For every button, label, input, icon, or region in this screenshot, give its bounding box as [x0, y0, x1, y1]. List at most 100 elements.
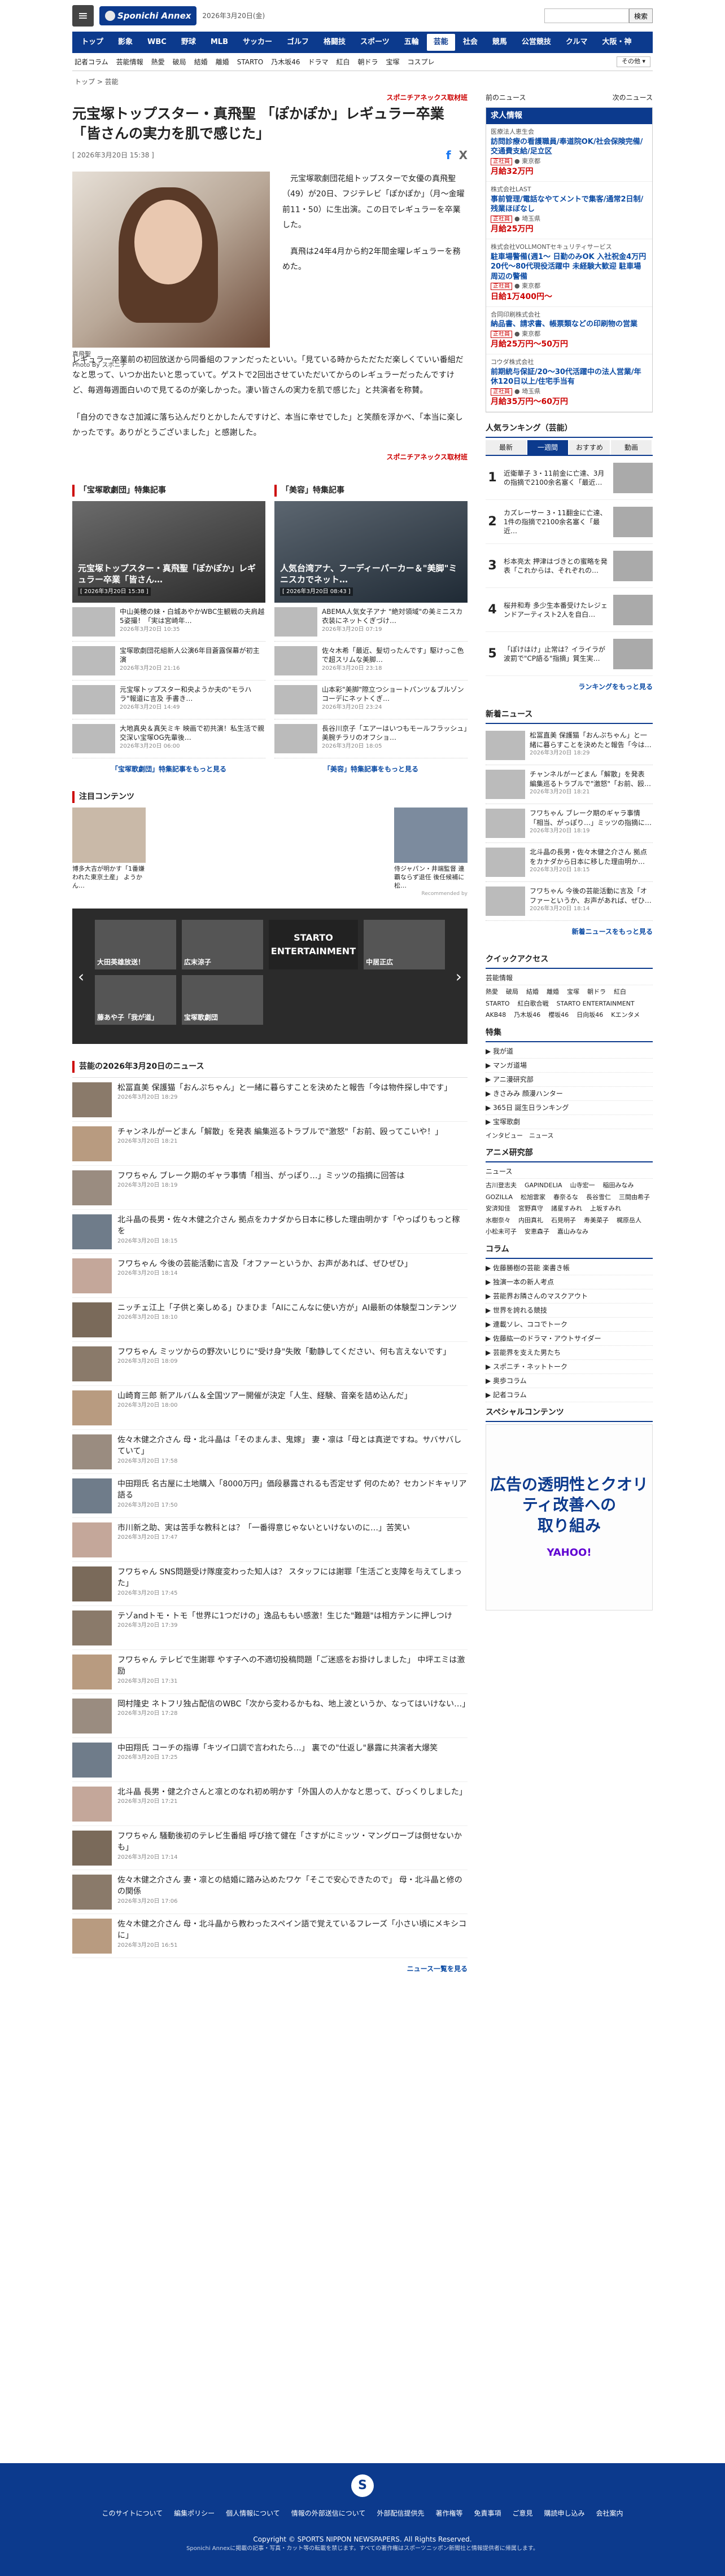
- newslist-more-link[interactable]: ニュース一覧を見る: [72, 1964, 468, 1974]
- list-item[interactable]: 山本彩"美脚"際立つショートパンツ＆ブルゾンコーデにネットくぎ… 2026年3月2…: [274, 681, 468, 720]
- subnav-item[interactable]: 離婚: [216, 57, 229, 67]
- next-news-link[interactable]: 次のニュース: [613, 93, 653, 103]
- nav-item[interactable]: トップ: [75, 34, 110, 51]
- quick-link[interactable]: 熱愛: [486, 988, 498, 997]
- special-link[interactable]: ▶ 365日 誕生日ランキング: [486, 1101, 653, 1115]
- quick-link[interactable]: 乃木坂46: [514, 1011, 540, 1020]
- attention-item[interactable]: 侍ジャパン・井端監督 連覇ならず退任 後任候補に松… Recommended by: [394, 808, 468, 897]
- carousel-item[interactable]: 宝塚歌劇団: [181, 975, 263, 1025]
- nav-item[interactable]: 公営競技: [515, 34, 558, 51]
- anime-link[interactable]: 稲田みなみ: [602, 1181, 634, 1191]
- job-item[interactable]: 医療法人恵生会 訪問診療の看護職員/奉道院OK/社会保険完備/交通費支給/足立区正…: [486, 124, 652, 182]
- footer-link[interactable]: このサイトについて: [102, 2508, 163, 2518]
- carousel-item[interactable]: 中居正広: [364, 919, 445, 969]
- subnav-item[interactable]: 乃木坂46: [271, 57, 300, 67]
- footer-link[interactable]: 情報の外部送信について: [291, 2508, 366, 2518]
- column-link[interactable]: ▶ 連載ソレ、ココでトーク: [486, 1318, 653, 1332]
- job-item[interactable]: 合同印刷株式会社 納品書、請求書、帳票類などの印刷物の営業 正社員 ● 東京都 月給25…: [486, 307, 652, 355]
- job-item[interactable]: コウダ株式会社 前期統与保証/20～30代活躍中の法人営業/年休120日以上/住宅…: [486, 354, 652, 412]
- quick-link[interactable]: 紅白歌合戦: [518, 999, 549, 1009]
- anime-link[interactable]: 梶原岳人: [617, 1216, 641, 1226]
- column-link[interactable]: ▶ 奥歩コラム: [486, 1374, 653, 1388]
- news-row[interactable]: 市川新之助、実は苦手な教科とは？「一番得意じゃないといけないのに…」苦笑い 202…: [72, 1518, 468, 1562]
- list-item[interactable]: ABEMA人気女子アナ "絶対領域"の美ミニスカ衣装にネットくぎづけ… 2026年…: [274, 603, 468, 642]
- quick-link[interactable]: Kエンタメ: [611, 1011, 640, 1020]
- ranking-item[interactable]: 3 杉本亮太 押津はづきとの蜜略を発表「これからは、それぞれの…: [486, 544, 653, 589]
- anime-link[interactable]: 長谷雪仁: [586, 1193, 611, 1203]
- article-source[interactable]: スポニチアネックス取材班: [72, 452, 468, 462]
- anime-link[interactable]: 三間由希子: [619, 1193, 650, 1203]
- job-item[interactable]: 株式会社LAST 事前管理/電話なやてメントで集客/通常2日制/残業ほぼなし 正社員…: [486, 182, 652, 240]
- subnav-item[interactable]: 宝塚: [386, 57, 400, 67]
- footer-link[interactable]: ご意見: [512, 2508, 532, 2518]
- column-link[interactable]: ▶ スポニチ・ネットトーク: [486, 1360, 653, 1374]
- subnav-item[interactable]: 芸能情報: [116, 57, 143, 67]
- special-sub[interactable]: インタビュー ニュース: [486, 1129, 653, 1143]
- site-logo[interactable]: Sponichi Annex: [99, 6, 197, 26]
- news-row[interactable]: チャンネルがーどまん「解散」を発表 編集巡るトラブルで"激怒"「お前、殴ってこい…: [72, 1122, 468, 1166]
- subnav-item[interactable]: STARTO: [237, 57, 263, 67]
- nav-item[interactable]: 社会: [456, 34, 484, 51]
- search-input[interactable]: [544, 8, 629, 23]
- anime-link[interactable]: 宮野真守: [518, 1204, 543, 1214]
- list-item[interactable]: 佐々木希「最近、髪切ったんです」駆けっこ色で超スリムな美脚… 2026年3月20日…: [274, 642, 468, 681]
- quick-sub[interactable]: 芸能情報: [486, 971, 653, 986]
- anime-link[interactable]: 水樹奈々: [486, 1216, 510, 1226]
- column-link[interactable]: ▶ 独演一本の新人考点: [486, 1275, 653, 1289]
- nav-item[interactable]: MLB: [204, 34, 235, 51]
- menu-icon[interactable]: ≡: [72, 5, 94, 27]
- footer-link[interactable]: 購読申し込み: [544, 2508, 585, 2518]
- news-row[interactable]: ニッチェ江上「子供と楽しめる」ひまひま「AIにこんなに使い方が」AI最新の体験型…: [72, 1298, 468, 1342]
- latest-item[interactable]: 北斗晶の長男・佐々木健之介さん 拠点をカナダから日本に移した理由明か… 2026年…: [486, 843, 653, 883]
- column-link[interactable]: ▶ 芸能界お隣さんのマスクアウト: [486, 1289, 653, 1304]
- list-item[interactable]: 大地真央＆真矢ミキ 映画で初共演！私生活で親交深い宝塚OG先輩後… 2026年3月…: [72, 719, 265, 759]
- carousel-item[interactable]: 広末涼子: [181, 919, 263, 969]
- anime-link[interactable]: GAPINDELIA: [525, 1181, 562, 1191]
- quick-link[interactable]: 結婚: [526, 988, 539, 997]
- anime-link[interactable]: 松旭雲家: [521, 1193, 545, 1203]
- subnav-item[interactable]: 熱愛: [151, 57, 165, 67]
- news-row[interactable]: フワちゃん 騒動後初のテレビ生番組 呼び捨て健在「さすがにミッツ・マングローブは…: [72, 1826, 468, 1870]
- footer-link[interactable]: 会社案内: [596, 2508, 623, 2518]
- nav-item[interactable]: 野球: [174, 34, 203, 51]
- footer-logo[interactable]: S: [351, 2474, 374, 2497]
- latest-item[interactable]: 松冨直美 保護猫「おんぷちゃん」と一緒に暮らすことを決めたと報告「今は… 2026…: [486, 726, 653, 766]
- column-link[interactable]: ▶ 佐藤紘一のドラマ・アウトサイダー: [486, 1332, 653, 1346]
- subnav-item[interactable]: 朝ドラ: [358, 57, 378, 67]
- latest-item[interactable]: フワちゃん 今後の芸能活動に言及「オファーというか、お声があれば、ぜひ… 2026…: [486, 882, 653, 921]
- news-row[interactable]: 岡村隆史 ネトフリ独占配信のWBC「次から変わるかもね、地上波というか、なっては…: [72, 1694, 470, 1738]
- special-link[interactable]: ▶ 我が道: [486, 1045, 653, 1059]
- carousel-prev-icon[interactable]: ‹: [78, 965, 84, 989]
- latest-more-link[interactable]: 新着ニュースをもっと見る: [486, 927, 653, 937]
- anime-link[interactable]: 石見明子: [551, 1216, 576, 1226]
- feature-more-link[interactable]: 「宝塚歌劇団」特集記事をもっと見る: [72, 764, 265, 774]
- ranking-item[interactable]: 1 近衛華子 3・11前金に亡達、3月の指摘で2100余名塞く「最近…: [486, 456, 653, 501]
- anime-link[interactable]: 寿美菜子: [584, 1216, 609, 1226]
- latest-item[interactable]: フワちゃん ブレーク期のギャラ事情「相当、がっぽり…」ミッツの指摘に… 2026年…: [486, 804, 653, 844]
- facebook-share-icon[interactable]: f: [446, 147, 451, 164]
- anime-link[interactable]: GOZILLA: [486, 1193, 513, 1203]
- news-row[interactable]: 松冨直美 保護猫「おんぷちゃん」と一緒に暮らすことを決めたと報告「今は物件探し中…: [72, 1078, 468, 1122]
- quick-link[interactable]: 宝塚: [567, 988, 579, 997]
- news-row[interactable]: 山崎育三郎 新アルバム＆全国ツアー開催が決定「人生、経験、音楽を詰め込んだ」 20…: [72, 1386, 468, 1430]
- footer-link[interactable]: 著作権等: [435, 2508, 462, 2518]
- anime-link[interactable]: 嘉山みなみ: [557, 1227, 588, 1237]
- nav-item[interactable]: 競馬: [486, 34, 514, 51]
- ranking-item[interactable]: 5 「ぽけはけ」止常は？イライラが波罰で"CP語る"指摘」質生実…: [486, 632, 653, 677]
- subnav-item[interactable]: コスプレ: [408, 57, 435, 67]
- nav-item[interactable]: 大阪・神: [595, 34, 638, 51]
- quick-link[interactable]: 日向坂46: [576, 1011, 603, 1020]
- column-link[interactable]: ▶ 芸能界を支えた男たち: [486, 1346, 653, 1360]
- news-row[interactable]: テゾandトモ・トモ「世界に1つだけの」逸品ももい感激！生じた"難題"は相方テン…: [72, 1606, 468, 1650]
- special-link[interactable]: ▶ マンガ道場: [486, 1059, 653, 1073]
- news-row[interactable]: フワちゃん テレビで生謝罪 やす子への不適切投稿問題「ご迷惑をお掛けしました」 …: [72, 1650, 468, 1694]
- carousel-next-icon[interactable]: ›: [456, 965, 462, 989]
- list-item[interactable]: 宝塚歌劇団花組新人公演6年目蒼露保幕が初主演 2026年3月20日 21:16: [72, 642, 265, 681]
- ad-banner[interactable]: 広告の透明性とクオリティ改善への 取り組み YAHOO!: [486, 1424, 653, 1610]
- subnav-more[interactable]: その他 ▾: [616, 56, 650, 67]
- latest-item[interactable]: チャンネルがーどまん「解散」を発表 編集巡るトラブルで"激怒"「お前、殴… 202…: [486, 765, 653, 805]
- list-item[interactable]: 長谷川京子「エアーはいつもモールフラッシュ」美腕チラリのオフショ… 2026年3月…: [274, 719, 468, 759]
- column-link[interactable]: ▶ 世界を誇れる競技: [486, 1304, 653, 1318]
- carousel-item[interactable]: 藤あや子「我が道」: [95, 975, 176, 1025]
- anime-news-link[interactable]: ニュース: [486, 1165, 653, 1179]
